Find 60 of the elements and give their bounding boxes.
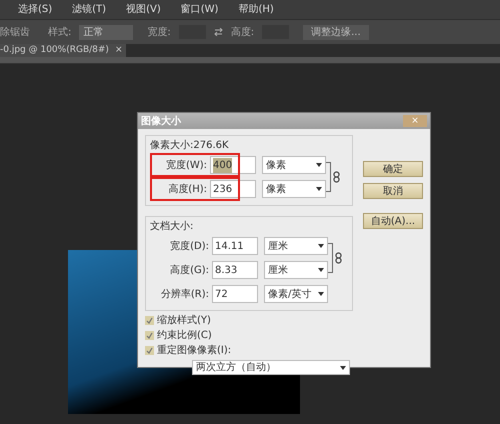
- field-label: 宽度(D):: [169, 240, 210, 254]
- dialog-button[interactable]: 取消: [363, 183, 423, 199]
- value-field[interactable]: 400: [210, 156, 238, 174]
- refine-edge-button[interactable]: 调整边缘...: [303, 24, 369, 40]
- group-label: 文档大小:: [150, 221, 194, 232]
- value-field[interactable]: 14.11: [212, 237, 258, 255]
- width-label: 宽度:: [147, 26, 171, 40]
- unit-dropdown[interactable]: 像素/英寸: [264, 285, 328, 303]
- checkbox[interactable]: [145, 316, 154, 325]
- chain-link-icon: [335, 252, 342, 264]
- checkbox-label: 缩放样式(Y): [157, 314, 211, 328]
- style-label: 样式:: [48, 26, 72, 40]
- menu-item[interactable]: 选择(S): [18, 2, 52, 17]
- dialog-button[interactable]: 自动(A)...: [363, 213, 423, 229]
- field-label: 高度(H):: [167, 182, 208, 196]
- resample-dropdown[interactable]: 两次立方（自动）: [192, 360, 350, 375]
- unit-dropdown[interactable]: 厘米: [264, 237, 328, 255]
- dropdown-arrow-icon: [318, 244, 324, 248]
- height-label: 高度:: [230, 26, 254, 40]
- value-field[interactable]: 236: [210, 180, 238, 198]
- unit-dropdown[interactable]: 厘米: [264, 261, 328, 279]
- dropdown-arrow-icon: [318, 292, 324, 296]
- field-label: 宽度(W):: [164, 158, 208, 172]
- checkbox-label: 约束比例(C): [157, 328, 212, 343]
- menu-item[interactable]: 帮助(H): [238, 2, 274, 17]
- field-value: 14.11: [215, 240, 244, 254]
- document-tab[interactable]: -0.jpg @ 100%(RGB/8#) ×: [0, 44, 126, 57]
- antialias-label: 除锯齿: [0, 26, 30, 40]
- menu-item[interactable]: 窗口(W): [180, 2, 218, 17]
- dropdown-arrow-icon: [316, 187, 322, 191]
- value-field[interactable]: [240, 180, 256, 198]
- dropdown-arrow-icon: [316, 163, 322, 167]
- group-label: 像素大小:276.6K: [150, 140, 229, 151]
- value-field[interactable]: 72: [212, 285, 258, 303]
- field-value: 400: [213, 158, 232, 172]
- swap-icon[interactable]: [214, 28, 223, 36]
- field-value: 236: [213, 182, 232, 196]
- menu-item[interactable]: 滤镜(T): [72, 2, 106, 17]
- field-label: 高度(G):: [169, 264, 210, 278]
- dropdown-arrow-icon: [318, 268, 324, 272]
- field-value: 8.33: [215, 264, 238, 278]
- style-dropdown[interactable]: 正常: [79, 24, 134, 40]
- dialog-button[interactable]: 确定: [363, 161, 423, 177]
- close-icon[interactable]: ×: [114, 44, 122, 58]
- unit-dropdown[interactable]: 像素: [262, 156, 326, 174]
- chain-link-icon: [333, 171, 340, 183]
- dropdown-arrow-icon: [340, 366, 346, 370]
- value-field[interactable]: [240, 156, 256, 174]
- value-field[interactable]: 8.33: [212, 261, 258, 279]
- menu-item[interactable]: 视图(V): [126, 2, 161, 17]
- checkbox[interactable]: [145, 346, 154, 355]
- field-label: 分辨率(R):: [160, 288, 210, 302]
- link-bracket: [326, 162, 331, 192]
- checkbox-label: 重定图像像素(I):: [157, 344, 232, 358]
- unit-dropdown[interactable]: 像素: [262, 180, 326, 198]
- dialog-title: 图像大小: [141, 114, 181, 128]
- link-bracket: [328, 243, 333, 273]
- checkbox[interactable]: [145, 331, 154, 340]
- field-value: 72: [215, 288, 228, 302]
- tab-title: -0.jpg @ 100%(RGB/8#): [0, 44, 109, 57]
